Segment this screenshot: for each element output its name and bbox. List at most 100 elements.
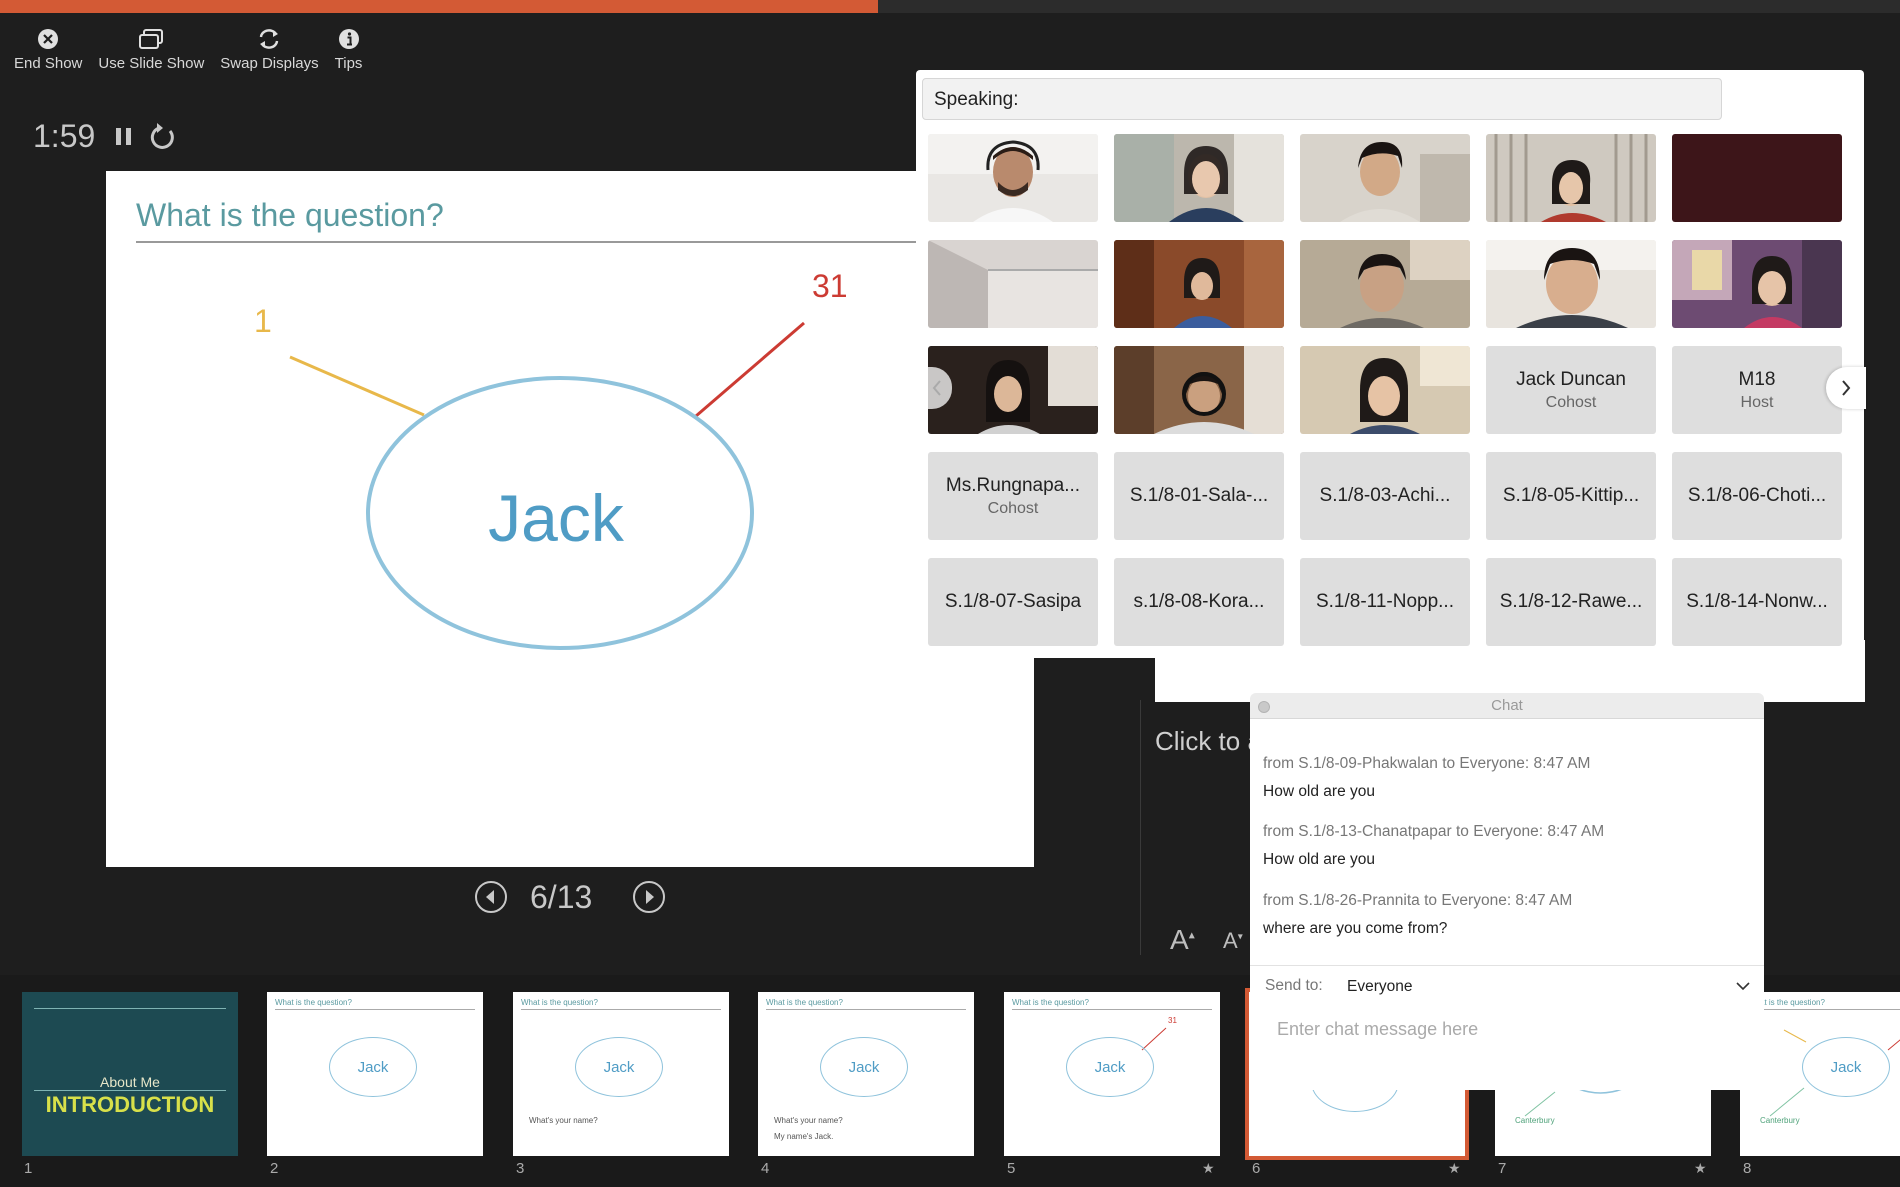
thumbnail-ellipse: Jack: [1066, 1037, 1154, 1097]
video-tile[interactable]: [928, 346, 1098, 434]
thumbnail-center-label: Jack: [1830, 1058, 1862, 1076]
star-icon: ★: [1202, 1160, 1215, 1176]
increase-font-label: A: [1170, 924, 1189, 955]
chat-message-text: How old are you: [1263, 851, 1376, 868]
participant-tile[interactable]: s.1/8-08-Kora...: [1114, 558, 1284, 646]
video-tile[interactable]: [1672, 240, 1842, 328]
chevron-down-icon[interactable]: [1736, 981, 1750, 991]
pane-divider[interactable]: [1140, 700, 1141, 955]
chat-message-input[interactable]: [1277, 1019, 1737, 1040]
progress-bar: [0, 0, 1900, 13]
video-tile[interactable]: [1114, 346, 1284, 434]
chat-message-meta: from S.1/8-26-Prannita to Everyone: 8:47…: [1263, 892, 1573, 909]
participant-tile[interactable]: S.1/8-12-Rawe...: [1486, 558, 1656, 646]
chat-window: Chat from S.1/8-09-Phakwalan to Everyone…: [1250, 693, 1764, 1090]
increase-font-button[interactable]: A▴: [1170, 924, 1195, 956]
slide-thumbnail-1[interactable]: About Me INTRODUCTION: [22, 992, 238, 1156]
thumbnail-title: INTRODUCTION: [45, 1092, 215, 1117]
participant-role: Cohost: [1545, 393, 1597, 411]
video-tile[interactable]: [1300, 240, 1470, 328]
participant-tile[interactable]: S.1/8-11-Nopp...: [1300, 558, 1470, 646]
participant-tile[interactable]: M18 Host: [1672, 346, 1842, 434]
thumbnail-rule: [521, 1009, 721, 1010]
thumbnail-text: My name's Jack.: [774, 1132, 834, 1141]
presenter-view: End Show Use Slide Show Swap Displays Ti…: [0, 0, 1900, 1187]
participant-name: S.1/8-05-Kittip...: [1502, 485, 1640, 506]
previous-slide-button[interactable]: [474, 880, 508, 914]
thumbnail-text: What's your name?: [774, 1116, 843, 1125]
participant-tile[interactable]: Ms.Rungnapa... Cohost: [928, 452, 1098, 540]
thumbnail-number: 8: [1743, 1160, 1752, 1177]
close-circle-icon: [35, 26, 61, 52]
participant-name: S.1/8-12-Rawe...: [1499, 591, 1643, 612]
participant-name: M18: [1738, 368, 1776, 390]
video-tile[interactable]: [1486, 134, 1656, 222]
participant-tile[interactable]: S.1/8-01-Sala-...: [1114, 452, 1284, 540]
presenter-toolbar: End Show Use Slide Show Swap Displays Ti…: [14, 26, 362, 72]
use-slide-show-button[interactable]: Use Slide Show: [98, 26, 204, 72]
video-tile[interactable]: [1486, 240, 1656, 328]
thumbnail-rule: [34, 1008, 226, 1009]
left-branch-line: [289, 355, 425, 417]
send-to-select[interactable]: Everyone: [1347, 978, 1412, 996]
video-tile[interactable]: [1114, 134, 1284, 222]
participant-tile[interactable]: S.1/8-05-Kittip...: [1486, 452, 1656, 540]
info-icon: [336, 26, 362, 52]
swap-displays-button[interactable]: Swap Displays: [220, 26, 319, 72]
participant-video: [1486, 240, 1656, 328]
pause-icon[interactable]: [113, 124, 135, 150]
participant-video: [928, 346, 1098, 434]
participant-name: S.1/8-11-Nopp...: [1315, 591, 1454, 612]
reset-timer-icon[interactable]: [148, 122, 178, 152]
chevron-left-icon: [475, 881, 507, 913]
gallery-next-page-button[interactable]: [1826, 367, 1866, 409]
slide-thumbnail-3[interactable]: What is the question? Jack What's your n…: [513, 992, 729, 1156]
video-tile[interactable]: [1300, 346, 1470, 434]
chat-title-bar[interactable]: Chat: [1250, 693, 1764, 719]
center-label: Jack: [488, 481, 625, 555]
participant-tile[interactable]: S.1/8-03-Achi...: [1300, 452, 1470, 540]
thumbnail-number: 6: [1252, 1160, 1261, 1177]
next-slide-button[interactable]: [632, 880, 666, 914]
video-tile[interactable]: [1672, 134, 1842, 222]
decrease-font-label: A: [1223, 928, 1238, 953]
thumbnail-ellipse: Jack: [1802, 1037, 1890, 1097]
participant-tile[interactable]: S.1/8-14-Nonw...: [1672, 558, 1842, 646]
chat-message-meta: from S.1/8-13-Chanatpapar to Everyone: 8…: [1263, 823, 1605, 840]
participant-video: [1114, 134, 1284, 222]
participant-video: [1114, 240, 1284, 328]
chevron-right-icon: [1842, 380, 1851, 396]
participant-tile[interactable]: S.1/8-07-Sasipa: [928, 558, 1098, 646]
notes-placeholder[interactable]: Click to a: [1155, 726, 1262, 757]
swap-displays-label: Swap Displays: [220, 55, 319, 72]
slide-thumbnail-2[interactable]: What is the question? Jack: [267, 992, 483, 1156]
chat-message: from S.1/8-13-Chanatpapar to Everyone: 8…: [1263, 823, 1604, 869]
video-tile[interactable]: [928, 134, 1098, 222]
video-tile[interactable]: [1114, 240, 1284, 328]
video-tile[interactable]: [928, 240, 1098, 328]
thumbnail-title: What is the question?: [766, 998, 843, 1007]
thumbnail-center-label: Jack: [848, 1058, 880, 1076]
video-tile[interactable]: [1300, 134, 1470, 222]
slide-thumbnail-5[interactable]: What is the question? 31 Jack: [1004, 992, 1220, 1156]
participant-video: [1300, 134, 1470, 222]
end-show-button[interactable]: End Show: [14, 26, 82, 72]
participant-tile[interactable]: S.1/8-06-Choti...: [1672, 452, 1842, 540]
tips-label: Tips: [334, 55, 363, 72]
chat-message-meta: from S.1/8-09-Phakwalan to Everyone: 8:4…: [1263, 755, 1591, 772]
thumbnail-number: 5: [1007, 1160, 1016, 1177]
right-branch-line: [695, 321, 805, 418]
participant-name: S.1/8-06-Choti...: [1687, 485, 1827, 506]
decrease-font-button[interactable]: A▾: [1223, 928, 1243, 954]
current-slide[interactable]: What is the question? 1 31 Jack: [106, 171, 1034, 867]
thumbnail-center-label: Jack: [1094, 1058, 1126, 1076]
end-show-label: End Show: [14, 55, 83, 72]
tips-button[interactable]: Tips: [334, 26, 363, 72]
thumbnail-branch-label: Canterbury: [1515, 1116, 1555, 1125]
close-icon[interactable]: [1258, 701, 1270, 713]
slide-thumbnail-8[interactable]: What is the question? Canterbury Jack: [1740, 992, 1900, 1156]
participants-gallery: Speaking: Jack Duncan Cohost M18 Host Ms…: [916, 70, 1866, 658]
participant-tile[interactable]: Jack Duncan Cohost: [1486, 346, 1656, 434]
slide-thumbnail-4[interactable]: What is the question? Jack What's your n…: [758, 992, 974, 1156]
speaking-indicator: Speaking:: [922, 78, 1722, 120]
